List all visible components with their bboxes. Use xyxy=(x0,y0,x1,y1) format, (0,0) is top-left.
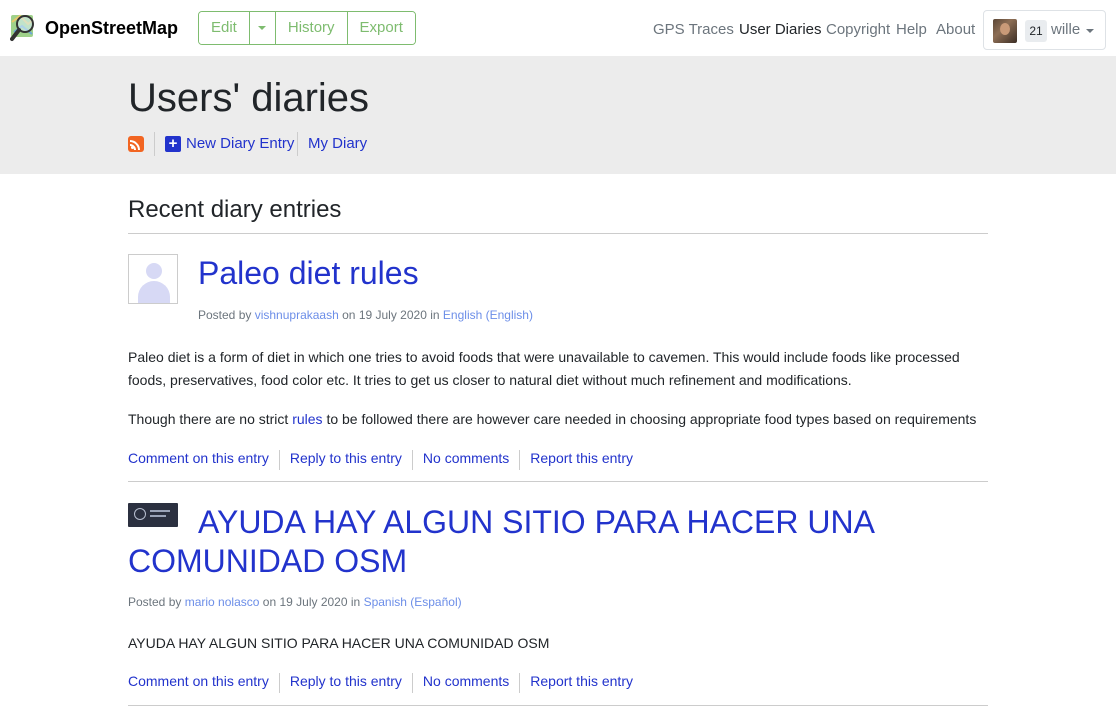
edit-dropdown-toggle[interactable] xyxy=(249,12,276,44)
section-title: Recent diary entries xyxy=(128,196,342,223)
language-link[interactable]: Spanish (Español) xyxy=(364,595,462,609)
language-link[interactable]: English (English) xyxy=(443,308,533,322)
entry-title[interactable]: AYUDA HAY ALGUN SITIO PARA HACER UNA COM… xyxy=(128,503,988,581)
entry-date: 19 July 2020 xyxy=(358,308,427,322)
comment-entry-link[interactable]: Comment on this entry xyxy=(128,673,269,693)
report-entry-link[interactable]: Report this entry xyxy=(530,450,633,470)
page-header-band: Users' diaries + New Diary Entry My Diar… xyxy=(0,56,1116,174)
author-link[interactable]: vishnuprakaash xyxy=(255,308,339,322)
nav-help[interactable]: Help xyxy=(896,21,927,38)
comments-count-link[interactable]: No comments xyxy=(423,450,509,470)
on-label: on xyxy=(342,308,356,322)
paragraph-text: to be followed there are however care ne… xyxy=(322,411,977,427)
entry-title[interactable]: Paleo diet rules xyxy=(198,255,419,292)
entry-date: 19 July 2020 xyxy=(279,595,348,609)
on-label: on xyxy=(262,595,277,609)
reply-entry-link[interactable]: Reply to this entry xyxy=(290,450,402,470)
entry-actions: Comment on this entry Reply to this entr… xyxy=(128,673,633,693)
user-name: wille xyxy=(1051,21,1081,38)
new-diary-entry-link[interactable]: New Diary Entry xyxy=(186,135,294,152)
my-diary-link[interactable]: My Diary xyxy=(308,135,367,152)
chevron-down-icon xyxy=(258,26,267,30)
paragraph-text: Though there are no strict xyxy=(128,411,293,427)
export-button[interactable]: Export xyxy=(347,12,415,44)
default-user-avatar-icon[interactable] xyxy=(128,254,178,304)
in-label: in xyxy=(350,595,361,609)
divider xyxy=(128,233,988,234)
chevron-down-icon xyxy=(1086,29,1094,33)
plus-icon[interactable]: + xyxy=(165,136,181,152)
rss-icon[interactable] xyxy=(128,136,144,152)
nav-about[interactable]: About xyxy=(936,21,975,38)
entry-actions: Comment on this entry Reply to this entr… xyxy=(128,450,633,470)
history-button[interactable]: History xyxy=(275,12,348,44)
nav-user-diaries[interactable]: User Diaries xyxy=(739,21,822,38)
nav-copyright[interactable]: Copyright xyxy=(826,21,890,38)
comment-entry-link[interactable]: Comment on this entry xyxy=(128,450,269,470)
user-menu-button[interactable]: 21 wille xyxy=(983,10,1106,50)
entry-paragraph: Though there are no strict rules to be f… xyxy=(128,408,988,431)
rules-link[interactable]: rules xyxy=(292,411,322,427)
divider xyxy=(128,481,988,482)
report-entry-link[interactable]: Report this entry xyxy=(530,673,633,693)
inbox-count-badge: 21 xyxy=(1025,20,1047,42)
entry-meta: Posted by mario nolasco on 19 July 2020 … xyxy=(128,595,462,609)
divider xyxy=(128,705,988,706)
avatar xyxy=(993,19,1017,43)
osm-logo-icon[interactable] xyxy=(10,12,40,42)
page-title: Users' diaries xyxy=(128,76,370,120)
entry-paragraph: AYUDA HAY ALGUN SITIO PARA HACER UNA COM… xyxy=(128,635,550,651)
reply-entry-link[interactable]: Reply to this entry xyxy=(290,673,402,693)
brand-name[interactable]: OpenStreetMap xyxy=(45,18,178,39)
entry-paragraph: Paleo diet is a form of diet in which on… xyxy=(128,349,960,388)
posted-by-label: Posted by xyxy=(128,595,182,609)
edit-button[interactable]: Edit xyxy=(199,12,250,44)
nav-gps-traces[interactable]: GPS Traces xyxy=(653,21,734,38)
author-link[interactable]: mario nolasco xyxy=(185,595,260,609)
top-navbar: OpenStreetMap Edit History Export GPS Tr… xyxy=(0,0,1116,56)
comments-count-link[interactable]: No comments xyxy=(423,673,509,693)
in-label: in xyxy=(430,308,440,322)
edit-button-group: Edit History Export xyxy=(198,11,416,45)
divider xyxy=(297,132,298,156)
divider xyxy=(154,132,155,156)
entry-meta: Posted by vishnuprakaash on 19 July 2020… xyxy=(198,308,533,322)
posted-by-label: Posted by xyxy=(198,308,252,322)
